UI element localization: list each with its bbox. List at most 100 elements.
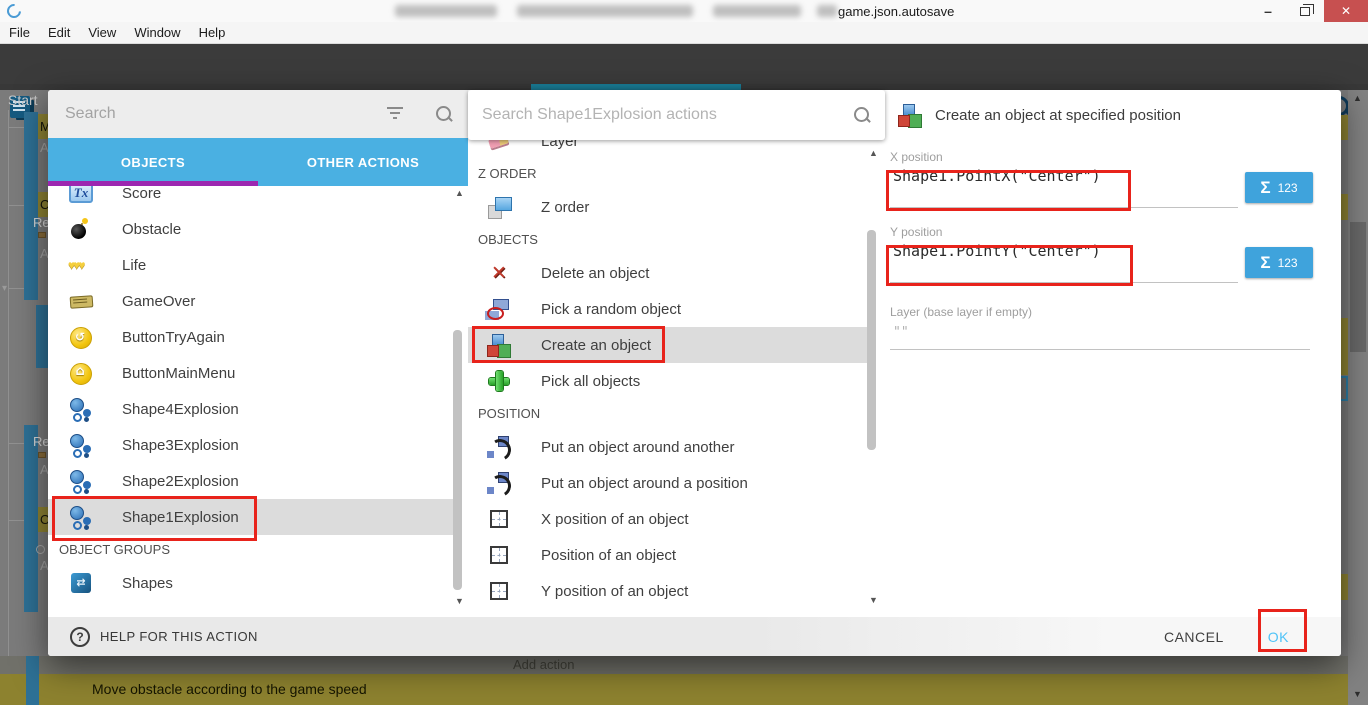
list-item-create-an-object[interactable]: Create an object xyxy=(468,327,872,363)
objects-search-input[interactable] xyxy=(65,100,365,128)
scrollbar-thumb[interactable] xyxy=(453,330,462,590)
list-item-life[interactable]: Life xyxy=(48,247,462,283)
search-icon[interactable] xyxy=(852,105,872,125)
section-header: Z ORDER xyxy=(468,159,872,189)
list-item-put-an-object-around-a-position[interactable]: Put an object around a position xyxy=(468,465,872,501)
list-item-label: Shape3Explosion xyxy=(122,437,239,454)
numbers-label: 123 xyxy=(1278,181,1298,195)
gdevelop-logo-icon xyxy=(4,1,24,21)
create-object-icon xyxy=(897,102,923,128)
redacted-title-segment xyxy=(713,5,801,17)
redacted-title-segment xyxy=(517,5,693,17)
delete-icon xyxy=(486,260,512,286)
home-icon xyxy=(68,360,94,386)
tab-other-actions[interactable]: OTHER ACTIONS xyxy=(258,138,468,186)
list-item-shape4explosion[interactable]: Shape4Explosion xyxy=(48,391,462,427)
explosion-icon xyxy=(68,468,94,494)
list-item-layer[interactable]: Layer xyxy=(468,140,872,159)
list-item-label: Shape4Explosion xyxy=(122,401,239,418)
close-button[interactable]: ✕ xyxy=(1324,0,1368,22)
list-item-buttonmainmenu[interactable]: ButtonMainMenu xyxy=(48,355,462,391)
list-item-delete-an-object[interactable]: Delete an object xyxy=(468,255,872,291)
scroll-down-icon[interactable]: ▼ xyxy=(869,595,878,605)
position-icon xyxy=(490,582,508,600)
dialog-footer: HELP FOR THIS ACTION CANCEL OK xyxy=(48,617,1341,656)
list-item-obstacle[interactable]: Obstacle xyxy=(48,211,462,247)
tree-tick xyxy=(8,205,24,206)
list-item-z-order[interactable]: Z order xyxy=(468,189,872,225)
list-item-label: Delete an object xyxy=(541,265,649,282)
timer-mini-icon xyxy=(36,545,45,554)
list-item-pick-all-objects[interactable]: Pick all objects xyxy=(468,363,872,399)
parameters-panel: Create an object at specified position X… xyxy=(885,90,1341,617)
menu-file[interactable]: File xyxy=(9,25,30,40)
list-item-buttontryagain[interactable]: ButtonTryAgain xyxy=(48,319,462,355)
sigma-icon: Σ xyxy=(1260,253,1270,273)
position-icon xyxy=(490,546,508,564)
event-comment-text: Move obstacle according to the game spee… xyxy=(92,681,367,697)
menu-edit[interactable]: Edit xyxy=(48,25,70,40)
cancel-button[interactable]: CANCEL xyxy=(1164,629,1224,645)
scroll-up-icon[interactable]: ▲ xyxy=(869,148,878,158)
bomb-icon xyxy=(68,216,94,242)
menu-view[interactable]: View xyxy=(88,25,116,40)
list-item-label: Layer xyxy=(541,140,579,150)
gameover-icon xyxy=(68,288,94,314)
list-item-shape2explosion[interactable]: Shape2Explosion xyxy=(48,463,462,499)
field-underline xyxy=(890,207,1238,208)
menu-window[interactable]: Window xyxy=(134,25,180,40)
list-item-y-position-of-an-object[interactable]: Y position of an object xyxy=(468,573,872,609)
y-position-input[interactable]: Shape1.PointY("Center") xyxy=(893,242,1101,260)
event-indent-bar xyxy=(24,112,38,300)
layer-input[interactable]: "" xyxy=(893,325,909,340)
restore-button[interactable] xyxy=(1288,0,1322,22)
window-scrollbar[interactable]: ▲ ▼ xyxy=(1348,90,1368,705)
tree-tick xyxy=(8,288,24,289)
filter-icon[interactable] xyxy=(386,105,404,121)
event-comment-row: Move obstacle according to the game spee… xyxy=(0,674,1348,705)
field-label: Y position xyxy=(890,225,942,239)
scroll-down-icon[interactable]: ▼ xyxy=(1353,689,1362,699)
expression-editor-button[interactable]: Σ 123 xyxy=(1245,247,1313,278)
scrollbar-thumb[interactable] xyxy=(867,230,876,450)
ok-button[interactable]: OK xyxy=(1268,629,1289,645)
list-item-label: Score xyxy=(122,186,161,202)
event-tree-line xyxy=(8,110,9,690)
list-item-shape3explosion[interactable]: Shape3Explosion xyxy=(48,427,462,463)
explosion-icon xyxy=(68,396,94,422)
actions-search-input[interactable] xyxy=(482,101,822,129)
event-indent-bar xyxy=(24,425,38,612)
list-item-position-of-an-object[interactable]: Position of an object xyxy=(468,537,872,573)
help-icon xyxy=(70,627,90,647)
tab-objects[interactable]: OBJECTS xyxy=(48,138,258,186)
search-icon[interactable] xyxy=(434,104,454,124)
list-item-shape1explosion[interactable]: Shape1Explosion xyxy=(48,499,462,535)
minimize-button[interactable]: – xyxy=(1250,0,1286,22)
toolbar-dimmed xyxy=(0,44,1368,84)
window-title: game.json.autosave xyxy=(838,4,954,19)
objects-panel: OBJECTS OTHER ACTIONS Score ObstacleLifeG… xyxy=(48,90,468,617)
plus-icon xyxy=(486,368,512,394)
menu-help[interactable]: Help xyxy=(199,25,226,40)
list-item-put-an-object-around-another[interactable]: Put an object around another xyxy=(468,429,872,465)
field-label: X position xyxy=(890,150,943,164)
scrollbar-thumb[interactable] xyxy=(1350,222,1366,352)
list-item-shapes[interactable]: Shapes xyxy=(48,565,462,601)
section-header: OBJECTS xyxy=(468,225,872,255)
list-item-score[interactable]: Score xyxy=(48,186,462,211)
x-position-input[interactable]: Shape1.PointX("Center") xyxy=(893,167,1101,185)
section-header: OBJECT GROUPS xyxy=(48,535,462,565)
objects-tabs: OBJECTS OTHER ACTIONS xyxy=(48,138,468,186)
list-item-x-position-of-an-object[interactable]: X position of an object xyxy=(468,501,872,537)
numbers-label: 123 xyxy=(1278,256,1298,270)
expression-editor-button[interactable]: Σ 123 xyxy=(1245,172,1313,203)
scroll-up-icon[interactable]: ▲ xyxy=(455,188,464,198)
help-button[interactable]: HELP FOR THIS ACTION xyxy=(70,627,258,647)
scroll-down-icon[interactable]: ▼ xyxy=(455,596,464,606)
actions-list: Layer Z ORDERZ orderOBJECTS Delete an obje… xyxy=(468,140,872,617)
scroll-up-icon[interactable]: ▲ xyxy=(1353,93,1362,103)
list-item-gameover[interactable]: GameOver xyxy=(48,283,462,319)
action-title: Create an object at specified position xyxy=(935,107,1181,124)
list-item-pick-a-random-object[interactable]: Pick a random object xyxy=(468,291,872,327)
pick-random-icon xyxy=(486,296,512,322)
